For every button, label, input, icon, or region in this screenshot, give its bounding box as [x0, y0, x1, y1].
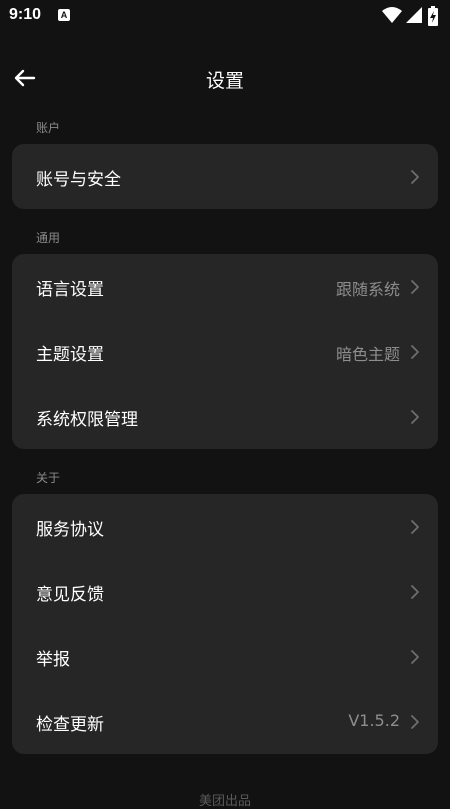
section-label-general: 通用: [36, 231, 61, 245]
row-report[interactable]: 举报: [12, 624, 438, 689]
chevron-right-icon: [411, 715, 419, 729]
battery-charging-icon: [428, 6, 438, 26]
chevron-right-icon: [411, 345, 419, 359]
section-label-about: 关于: [36, 471, 61, 485]
row-check-update[interactable]: 检查更新 V1.5.2: [12, 689, 438, 754]
row-label: 账号与安全: [36, 170, 121, 190]
row-value: V1.5.2: [348, 711, 400, 730]
row-service-agreement[interactable]: 服务协议: [12, 494, 438, 559]
notification-a-icon: A: [58, 9, 70, 21]
row-label: 举报: [36, 650, 70, 670]
status-bar: 9:10 A: [0, 0, 450, 32]
row-value: 跟随系统: [335, 280, 400, 299]
chevron-right-icon: [411, 520, 419, 534]
row-label: 语言设置: [36, 280, 104, 300]
signal-icon: [406, 7, 422, 23]
row-label: 主题设置: [36, 345, 104, 365]
chevron-right-icon: [411, 410, 419, 424]
page-title: 设置: [205, 70, 244, 92]
chevron-right-icon: [411, 170, 419, 184]
row-system-permissions[interactable]: 系统权限管理: [12, 384, 438, 449]
notification-letter: A: [60, 10, 68, 20]
row-label: 意见反馈: [36, 585, 104, 605]
status-icons: [382, 6, 442, 26]
chevron-right-icon: [411, 280, 419, 294]
chevron-right-icon: [411, 585, 419, 599]
card-account: 账号与安全: [12, 144, 438, 209]
row-theme-settings[interactable]: 主题设置 暗色主题: [12, 319, 438, 384]
status-time: 9:10: [9, 6, 42, 23]
header: 设置: [0, 56, 450, 100]
row-value: 暗色主题: [335, 345, 400, 364]
section-label-account: 账户: [36, 121, 61, 135]
row-language-settings[interactable]: 语言设置 跟随系统: [12, 254, 438, 319]
chevron-right-icon: [411, 650, 419, 664]
row-feedback[interactable]: 意见反馈: [12, 559, 438, 624]
wifi-icon: [382, 7, 402, 23]
row-label: 检查更新: [36, 715, 104, 735]
row-account-security[interactable]: 账号与安全: [12, 144, 438, 209]
card-about: 服务协议 意见反馈 举报 检查更新 V1.5.2: [12, 494, 438, 754]
row-label: 服务协议: [36, 520, 104, 540]
card-general: 语言设置 跟随系统 主题设置 暗色主题 系统权限管理: [12, 254, 438, 449]
row-label: 系统权限管理: [36, 410, 138, 430]
